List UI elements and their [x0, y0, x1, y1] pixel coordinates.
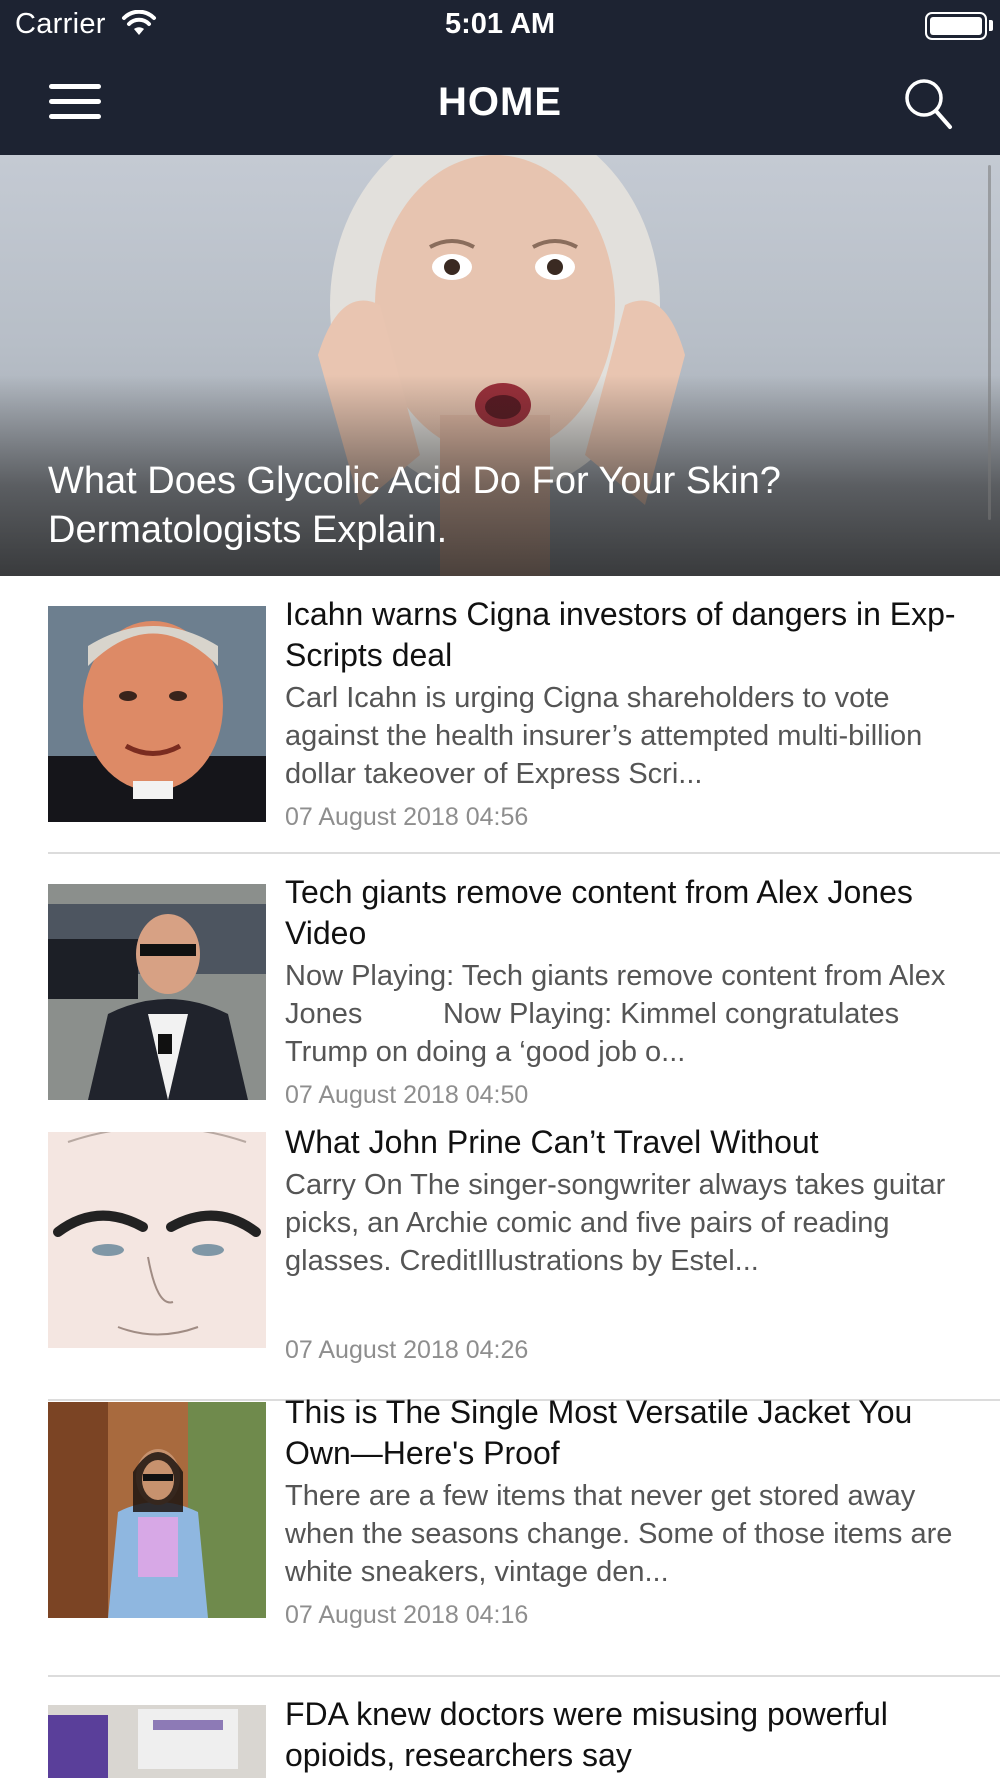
hero-title: What Does Glycolic Acid Do For Your Skin… [48, 460, 781, 551]
hero-article[interactable]: What Does Glycolic Acid Do For Your Skin… [0, 155, 1000, 576]
article-summary: Carl Icahn is urging Cigna shareholders … [285, 682, 923, 790]
article-summary: Now Playing: Tech giants remove content … [285, 960, 954, 1068]
article-thumbnail [48, 1402, 266, 1618]
article-title: Tech giants remove content from Alex Jon… [285, 874, 913, 951]
status-bar: Carrier 5:01 AM [0, 0, 1000, 50]
list-item[interactable]: What John Prine Can’t Travel Without Car… [0, 1124, 1000, 1401]
list-item[interactable]: FDA knew doctors were misusing powerful … [0, 1677, 1000, 1778]
list-item[interactable]: Tech giants remove content from Alex Jon… [0, 854, 1000, 1132]
battery-nub [989, 20, 993, 31]
article-date: 07 August 2018 04:56 [285, 803, 529, 831]
search-icon[interactable] [898, 74, 958, 134]
battery-icon [925, 12, 987, 40]
article-summary: Carry On The singer-songwriter always ta… [285, 1169, 946, 1277]
list-item[interactable]: Icahn warns Cigna investors of dangers i… [0, 576, 1000, 854]
article-date: 07 August 2018 04:26 [285, 1336, 529, 1364]
article-title: What John Prine Can’t Travel Without [285, 1124, 819, 1160]
article-title: Icahn warns Cigna investors of dangers i… [285, 596, 956, 673]
article-summary: There are a few items that never get sto… [285, 1480, 953, 1588]
article-date: 07 August 2018 04:16 [285, 1601, 529, 1629]
scroll-indicator [988, 165, 991, 520]
list-item[interactable]: This is The Single Most Versatile Jacket… [0, 1394, 1000, 1679]
page-title: HOME [438, 80, 562, 124]
article-date: 07 August 2018 04:50 [285, 1081, 529, 1109]
article-title: FDA knew doctors were misusing powerful … [285, 1696, 888, 1773]
article-thumbnail [48, 1132, 266, 1348]
article-thumbnail [48, 884, 266, 1100]
article-thumbnail [48, 1705, 266, 1778]
status-time: 5:01 AM [444, 8, 556, 40]
top-bar: Carrier 5:01 AM HOME [0, 0, 1000, 155]
article-title: This is The Single Most Versatile Jacket… [285, 1394, 913, 1471]
article-thumbnail [48, 606, 266, 822]
